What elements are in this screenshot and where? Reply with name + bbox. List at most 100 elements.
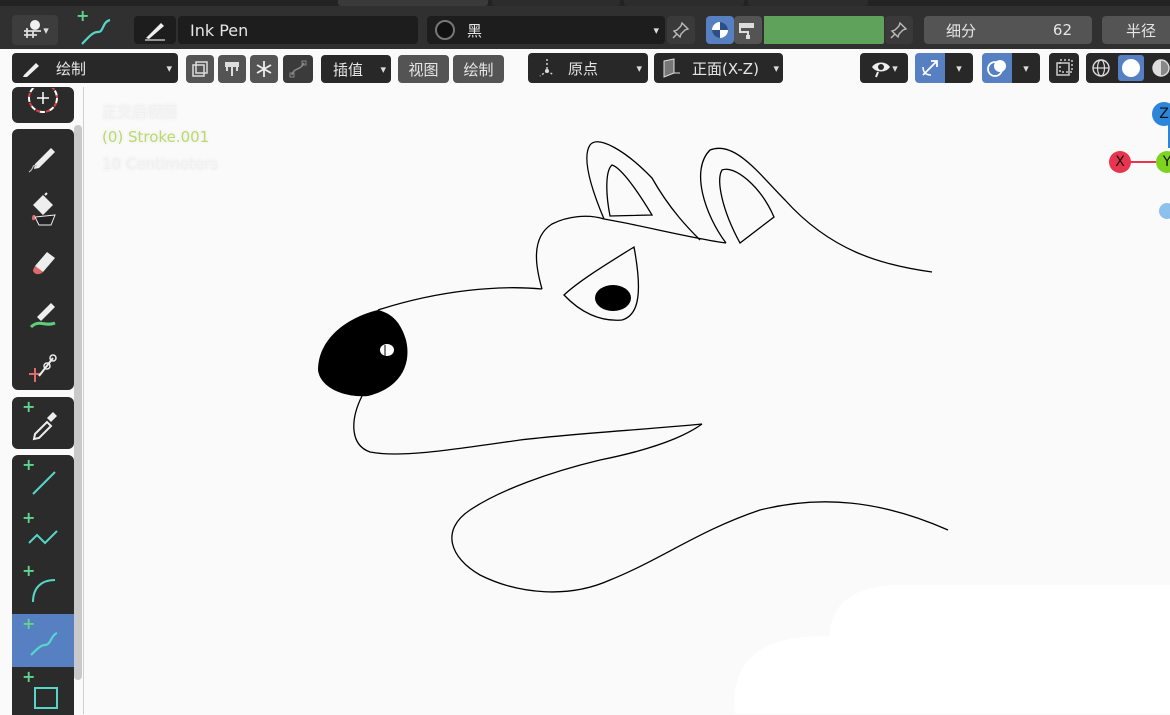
curve-tool[interactable]: + [12,614,74,667]
cursor-tool[interactable] [12,87,74,123]
chevron-down-icon: ▾ [43,23,49,37]
stroke-ear-base [603,218,727,244]
subdivision-label: 细分 [946,21,977,40]
tool-settings-dropdown[interactable]: ▾ [12,15,58,45]
line-tool[interactable]: + [12,455,74,508]
primitive-tool-group: + + + + + [12,455,74,715]
drawing-plane-dropdown[interactable]: 正面(X-Z) ▾ [654,53,783,83]
pin-color-button[interactable] [885,16,913,44]
stroke-left-ear [586,141,701,241]
interpolate-label: 插值 [333,60,364,79]
chevron-down-icon: ▾ [636,61,642,75]
pin-icon [890,21,908,39]
interpolate-menu[interactable]: 插值 ▾ [321,55,391,83]
multiframe-button[interactable] [186,55,214,83]
subdivision-value: 62 [1052,21,1072,39]
gizmo-dropdown[interactable]: ▾ [945,53,973,83]
stroke-placement-dropdown[interactable]: 原点 ▾ [528,53,648,83]
draw-label: 绘制 [463,60,494,79]
nose-highlight [380,344,394,356]
brush-name: Ink Pen [190,20,249,40]
wireframe-sphere-icon [1092,59,1110,77]
snowflake-icon [256,61,272,77]
chevron-down-icon: ▾ [1023,61,1029,75]
xray-icon [1056,59,1073,76]
cutter-tool[interactable] [12,341,74,390]
curve-edit-button[interactable] [283,55,313,83]
stroke-jaw [451,423,949,593]
stroke-mouth [353,395,703,455]
draw-tool[interactable] [12,129,74,182]
overlay-toggle-button[interactable] [982,53,1012,83]
gizmo-icon [922,60,938,76]
chevron-down-icon: ▾ [892,61,898,75]
toolbar-scrollbar[interactable] [74,125,82,680]
pencil-icon [23,63,39,77]
stroke-right-ear-back [700,147,933,273]
material-color-icon [712,22,728,38]
wireframe-shading-button[interactable] [1090,57,1112,79]
workspace-tab[interactable] [492,0,620,6]
eyedropper-tool[interactable]: + [12,397,74,449]
vertex-color-mode-button[interactable] [706,16,734,44]
view-menu[interactable]: 视图 [398,55,449,83]
tint-brush-icon [29,302,56,328]
solid-shading-button[interactable] [1118,55,1144,81]
pupil [595,285,631,311]
arc-tool[interactable]: + [12,561,74,614]
mode-dropdown[interactable]: 绘制 ▾ [12,53,178,83]
draw-pencil-icon [28,147,55,172]
subdivision-field[interactable]: 细分 62 [924,16,1092,44]
workspace-tab[interactable] [748,0,868,6]
curve-icon [81,18,111,45]
radius-field[interactable]: 半径 [1102,16,1170,44]
plus-icon: + [22,455,36,474]
auto-merge-button[interactable] [218,55,246,83]
material-selector[interactable]: 黑 ▾ [427,16,665,44]
cursor-tool-group [12,87,74,123]
curve-handle-icon [289,60,307,78]
erase-tool[interactable] [12,235,74,288]
paint-roller-icon [225,62,239,76]
radius-label: 半径 [1126,21,1157,40]
plus-icon: + [22,561,36,580]
visibility-dropdown[interactable]: ▾ [860,53,908,83]
fill-tool[interactable] [12,182,74,235]
grease-pencil-drawing[interactable] [84,87,1170,714]
material-shading-button[interactable] [1150,57,1170,79]
cursor-icon [28,88,58,113]
pin-icon [672,21,690,39]
mode-label: 绘制 [56,59,87,78]
workspace-tab[interactable] [338,0,488,6]
polyline-tool[interactable]: + [12,508,74,561]
paint-bucket-icon [31,191,56,225]
view-label: 视图 [408,60,439,79]
brush-thumbnail[interactable] [134,16,176,44]
box-tool[interactable]: + [12,667,74,715]
xray-button[interactable] [1049,53,1079,83]
draw-menu[interactable]: 绘制 [453,55,504,83]
plane-label: 正面(X-Z) [692,59,759,78]
paint-brush-icon [739,23,754,39]
chevron-down-icon: ▾ [380,62,386,76]
color-swatch[interactable] [764,16,884,44]
brush-name-field[interactable]: Ink Pen [178,16,418,44]
active-tool-curve-icon[interactable]: + [72,8,116,48]
ink-pen-icon [145,23,165,41]
stroke-eye [563,245,640,321]
gizmo-toggle-button[interactable] [915,53,945,83]
stroke-head-top [377,287,543,311]
origin-icon [539,59,555,77]
snap-button[interactable] [250,55,278,83]
eraser-icon [33,251,55,274]
workspace-tab[interactable] [624,0,744,6]
nose [318,310,408,397]
tint-tool[interactable] [12,288,74,341]
vertex-paint-mode-button[interactable] [734,16,762,44]
solid-sphere-icon [1122,59,1140,77]
overlay-dropdown[interactable]: ▾ [1012,53,1040,83]
stroke-left-ear-inner [606,164,654,217]
origin-label: 原点 [568,59,599,78]
white-fill-stroke [734,585,1170,714]
pin-material-button[interactable] [667,16,695,44]
